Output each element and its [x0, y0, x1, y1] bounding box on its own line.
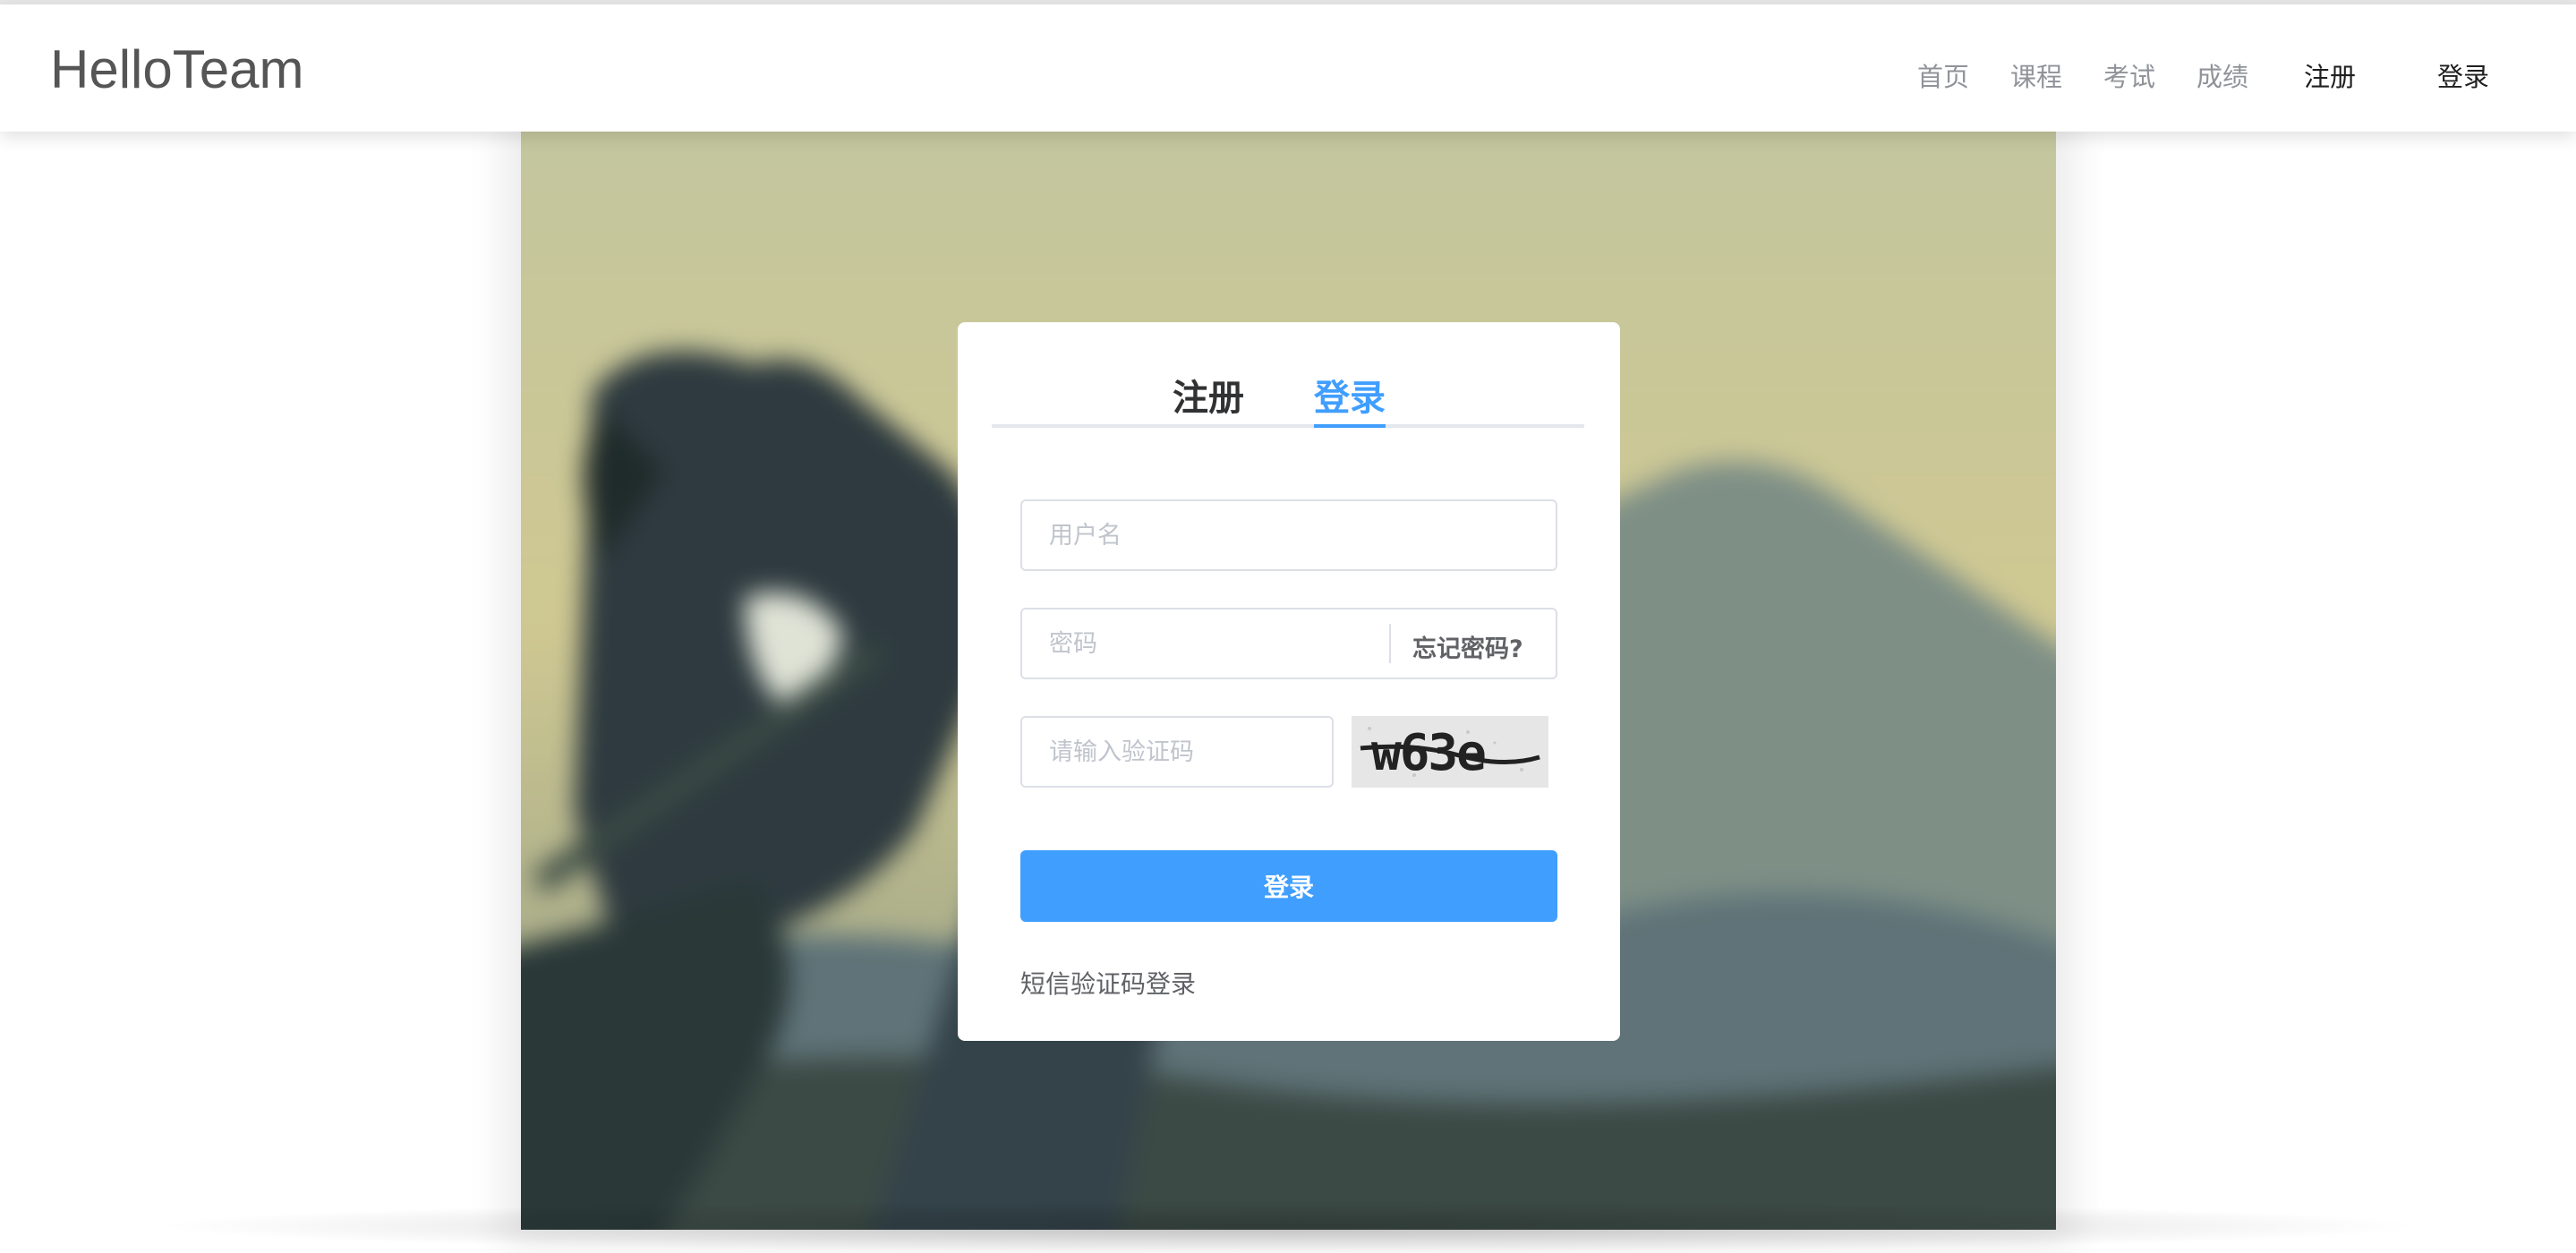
- sms-login-link[interactable]: 短信验证码登录: [1020, 965, 1196, 1001]
- nav-login[interactable]: 登录: [2437, 56, 2489, 94]
- forgot-password-link[interactable]: 忘记密码?: [1412, 629, 1523, 664]
- top-navbar: HelloTeam 首页 课程 考试 成绩 注册 登录: [0, 4, 2576, 132]
- login-card: 注册 登录 忘记密码? w63e 登录 短信验证码登录: [958, 322, 1620, 1041]
- login-submit-button[interactable]: 登录: [1020, 850, 1557, 922]
- logo[interactable]: HelloTeam: [50, 38, 303, 100]
- nav-grades[interactable]: 成绩: [2196, 56, 2248, 94]
- captcha-text: w63e: [1371, 724, 1485, 782]
- nav-register[interactable]: 注册: [2304, 56, 2356, 94]
- tab-active-indicator: [1314, 424, 1386, 428]
- captcha-field: [1020, 716, 1334, 788]
- username-input[interactable]: [1049, 501, 1425, 569]
- tab-login[interactable]: 登录: [1314, 369, 1386, 421]
- tab-register[interactable]: 注册: [1173, 369, 1244, 421]
- captcha-graphic: w63e: [1352, 716, 1548, 788]
- bottom-shadow: [143, 1199, 2435, 1253]
- captcha-image[interactable]: w63e: [1352, 716, 1548, 788]
- password-divider: [1389, 624, 1391, 663]
- password-field: 忘记密码?: [1020, 608, 1557, 679]
- username-field: [1020, 499, 1557, 571]
- nav-exams[interactable]: 考试: [2103, 56, 2155, 94]
- tabs-underline: [992, 424, 1584, 428]
- nav-home[interactable]: 首页: [1917, 56, 1969, 94]
- password-input[interactable]: [1049, 609, 1371, 678]
- captcha-input[interactable]: [1049, 718, 1318, 786]
- nav-courses[interactable]: 课程: [2010, 56, 2062, 94]
